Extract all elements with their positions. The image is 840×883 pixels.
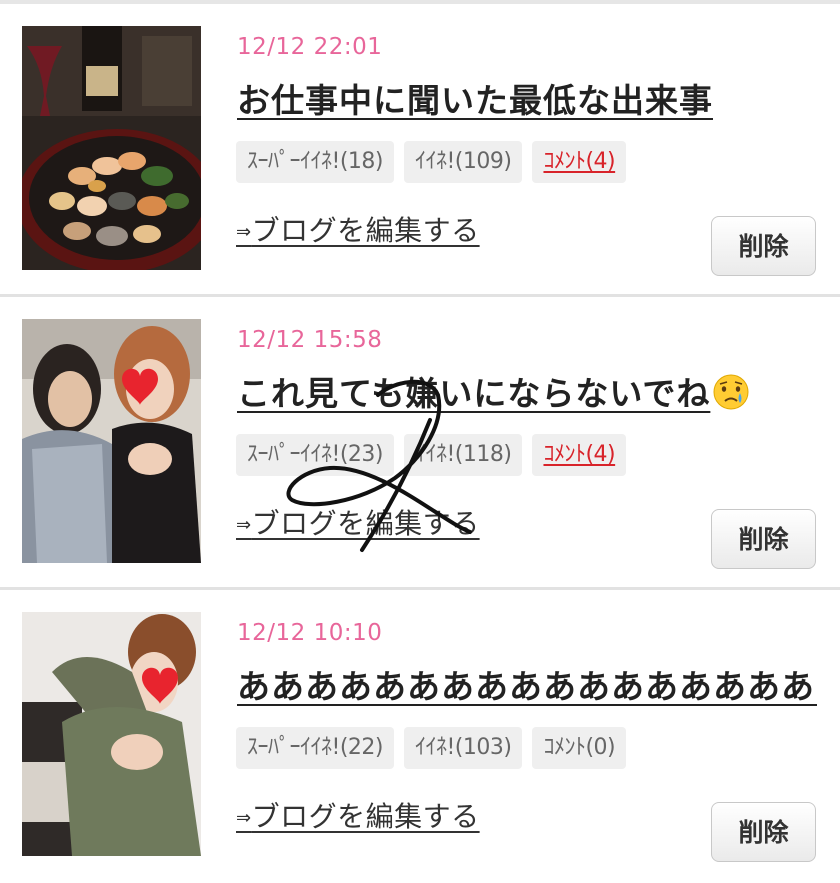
edit-blog-label[interactable]: ブログを編集する xyxy=(252,507,480,540)
blog-post-2: 12/12 15:58 これ見ても嫌いにならないでね ｽｰﾊﾟｰｲｲﾈ!(23)… xyxy=(0,297,840,590)
delete-button[interactable]: 削除 xyxy=(711,802,816,862)
post-thumbnail[interactable] xyxy=(22,319,201,563)
post-title[interactable]: お仕事中に聞いた最低な出来事 xyxy=(237,74,817,122)
edit-blog-label[interactable]: ブログを編集する xyxy=(252,800,480,833)
post-title[interactable]: あああああああああああああああああ… xyxy=(237,660,817,708)
super-like-badge[interactable]: ｽｰﾊﾟｰｲｲﾈ!(23) xyxy=(236,434,394,476)
edit-blog-label[interactable]: ブログを編集する xyxy=(252,214,480,247)
like-badge[interactable]: ｲｲﾈ!(109) xyxy=(403,141,523,183)
edit-blog-link[interactable]: ⇒ブログを編集する xyxy=(236,502,480,542)
delete-button[interactable]: 削除 xyxy=(711,216,816,276)
post-title-text[interactable]: これ見ても嫌いにならないでね xyxy=(237,374,710,413)
blog-post-3: 12/12 10:10 あああああああああああああああああ… ｽｰﾊﾟｰｲｲﾈ!… xyxy=(0,590,840,883)
crying-face-icon xyxy=(712,373,750,419)
super-like-badge[interactable]: ｽｰﾊﾟｰｲｲﾈ!(18) xyxy=(236,141,394,183)
edit-blog-link[interactable]: ⇒ブログを編集する xyxy=(236,209,480,249)
reaction-badges: ｽｰﾊﾟｰｲｲﾈ!(22) ｲｲﾈ!(103) ｺﾒﾝﾄ(0) xyxy=(236,727,627,769)
reaction-badges: ｽｰﾊﾟｰｲｲﾈ!(23) ｲｲﾈ!(118) ｺﾒﾝﾄ(4) xyxy=(236,434,627,476)
reaction-badges: ｽｰﾊﾟｰｲｲﾈ!(18) ｲｲﾈ!(109) ｺﾒﾝﾄ(4) xyxy=(236,141,627,183)
comment-badge[interactable]: ｺﾒﾝﾄ(0) xyxy=(532,727,627,769)
post-thumbnail[interactable] xyxy=(22,612,201,856)
post-title-text[interactable]: あああああああああああああああああ… xyxy=(237,667,817,706)
arrow-right-icon: ⇒ xyxy=(236,514,252,536)
delete-button[interactable]: 削除 xyxy=(711,509,816,569)
comment-badge[interactable]: ｺﾒﾝﾄ(4) xyxy=(532,434,627,476)
arrow-right-icon: ⇒ xyxy=(236,221,252,243)
blog-post-1: 12/12 22:01 お仕事中に聞いた最低な出来事 ｽｰﾊﾟｰｲｲﾈ!(18)… xyxy=(0,4,840,297)
post-date: 12/12 22:01 xyxy=(237,34,383,60)
arrow-right-icon: ⇒ xyxy=(236,807,252,829)
post-title-text[interactable]: お仕事中に聞いた最低な出来事 xyxy=(237,81,713,120)
like-badge[interactable]: ｲｲﾈ!(118) xyxy=(403,434,523,476)
post-thumbnail[interactable] xyxy=(22,26,201,270)
like-badge[interactable]: ｲｲﾈ!(103) xyxy=(403,727,523,769)
edit-blog-link[interactable]: ⇒ブログを編集する xyxy=(236,795,480,835)
super-like-badge[interactable]: ｽｰﾊﾟｰｲｲﾈ!(22) xyxy=(236,727,394,769)
post-date: 12/12 10:10 xyxy=(237,620,383,646)
post-title[interactable]: これ見ても嫌いにならないでね xyxy=(237,367,817,419)
comment-badge[interactable]: ｺﾒﾝﾄ(4) xyxy=(532,141,627,183)
post-date: 12/12 15:58 xyxy=(237,327,383,353)
